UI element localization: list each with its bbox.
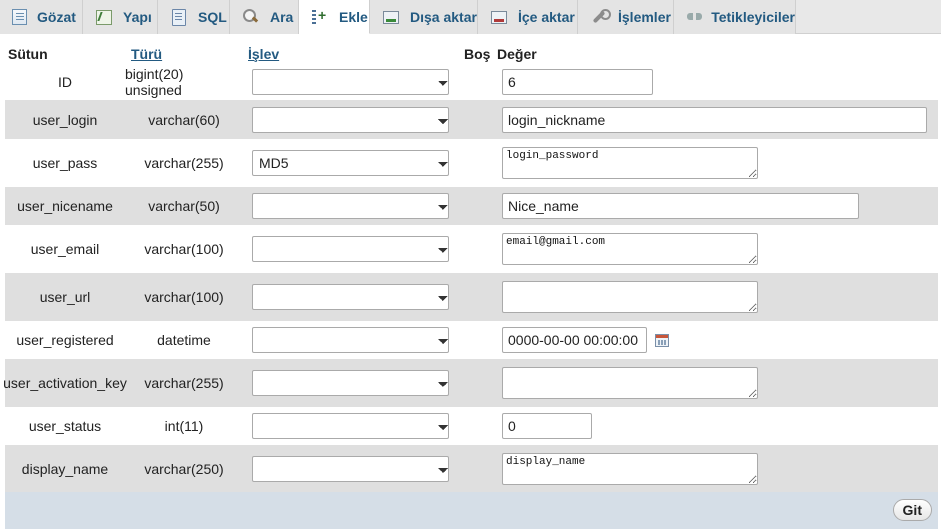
value-textarea[interactable] <box>502 367 758 399</box>
table-row: user_login varchar(60) <box>5 100 938 139</box>
function-select[interactable] <box>252 69 449 95</box>
function-select[interactable] <box>252 284 449 310</box>
table-row: user_registered datetime <box>5 321 938 359</box>
tab-label: Ekle <box>339 8 368 25</box>
tab-bar: Gözat Yapı SQL Ara Ekle Dışa aktar İçe a… <box>0 0 941 34</box>
column-type: datetime <box>157 332 211 348</box>
column-type: varchar(100) <box>144 241 224 257</box>
tab-label: Ara <box>270 9 294 25</box>
operations-icon <box>590 8 611 26</box>
column-type: bigint(20) unsigned <box>125 66 184 98</box>
value-textarea[interactable]: email@gmail.com <box>502 233 758 265</box>
table-row: user_nicename varchar(50) <box>5 187 938 225</box>
tab-label: İşlemler <box>618 9 671 25</box>
column-name: user_url <box>39 289 91 305</box>
tab-label: SQL <box>198 9 227 25</box>
tab-label: Dışa aktar <box>410 9 477 25</box>
function-select[interactable] <box>252 327 449 353</box>
function-select[interactable] <box>252 413 449 439</box>
tab-triggers[interactable]: Tetikleyiciler <box>674 0 796 34</box>
tab-import[interactable]: İçe aktar <box>478 0 578 34</box>
value-textarea[interactable]: display_name <box>502 452 758 485</box>
value-input[interactable] <box>502 106 927 133</box>
table-row: user_url varchar(100) <box>5 273 938 321</box>
header-type[interactable]: Türü <box>131 46 162 64</box>
column-name: user_status <box>28 418 102 434</box>
column-type: varchar(100) <box>144 289 224 305</box>
column-name: user_registered <box>16 332 114 348</box>
triggers-icon <box>686 8 703 26</box>
function-select[interactable]: MD5 <box>252 150 449 176</box>
tab-structure[interactable]: Yapı <box>83 0 158 34</box>
tab-label: İçe aktar <box>518 9 575 25</box>
tab-operations[interactable]: İşlemler <box>578 0 674 34</box>
tab-label: Gözat <box>37 9 76 25</box>
column-name: user_activation_key <box>3 375 127 391</box>
table-row: user_email varchar(100) email@gmail.com <box>5 225 938 273</box>
value-textarea[interactable] <box>502 281 758 313</box>
column-name: user_nicename <box>17 198 113 214</box>
value-input[interactable] <box>502 193 859 219</box>
browse-icon <box>12 9 27 25</box>
function-select[interactable] <box>252 106 449 133</box>
header-null: Boş <box>464 46 491 62</box>
go-button[interactable]: Git <box>892 499 932 521</box>
column-name: user_email <box>30 241 100 257</box>
table-row: user_status int(11) <box>5 407 938 445</box>
column-name: ID <box>58 74 72 90</box>
datetime-input[interactable] <box>502 327 647 353</box>
sql-icon <box>170 8 188 26</box>
tab-search[interactable]: Ara <box>230 0 299 34</box>
export-icon <box>382 8 400 26</box>
header-value: Değer <box>497 46 537 62</box>
form-footer: Git <box>5 492 938 529</box>
value-input[interactable] <box>502 413 592 439</box>
tab-insert[interactable]: Ekle <box>299 0 370 34</box>
function-select[interactable] <box>252 370 449 396</box>
header-column: Sütun <box>8 46 48 62</box>
calendar-icon[interactable] <box>655 333 669 347</box>
table-row: user_activation_key varchar(255) <box>3 359 938 407</box>
column-name: user_login <box>32 111 98 128</box>
value-textarea[interactable]: login_password <box>502 147 758 179</box>
function-select[interactable] <box>252 236 449 262</box>
column-type: varchar(255) <box>144 375 224 391</box>
tab-export[interactable]: Dışa aktar <box>370 0 478 34</box>
column-type: varchar(250) <box>144 460 224 477</box>
column-type: varchar(255) <box>144 155 224 171</box>
tab-browse[interactable]: Gözat <box>0 0 83 34</box>
header-function[interactable]: İşlev <box>248 46 279 64</box>
tab-label: Yapı <box>123 9 152 25</box>
value-input[interactable] <box>502 69 653 95</box>
column-type: int(11) <box>164 418 204 434</box>
column-name: user_pass <box>32 155 98 171</box>
import-icon <box>490 8 508 26</box>
function-select[interactable] <box>252 455 449 482</box>
table-row: display_name varchar(250) display_name <box>5 445 938 492</box>
search-icon <box>242 8 260 26</box>
column-name: display_name <box>21 460 109 477</box>
column-type: varchar(60) <box>148 111 220 128</box>
column-type: varchar(50) <box>148 198 220 214</box>
insert-icon <box>311 7 329 26</box>
tab-sql[interactable]: SQL <box>158 0 230 34</box>
table-row: ID bigint(20) unsigned <box>5 64 938 100</box>
function-select[interactable] <box>252 193 449 219</box>
table-row: user_pass varchar(255) MD5 login_passwor… <box>5 139 938 187</box>
tab-label: Tetikleyiciler <box>711 9 795 25</box>
structure-icon <box>95 8 113 26</box>
